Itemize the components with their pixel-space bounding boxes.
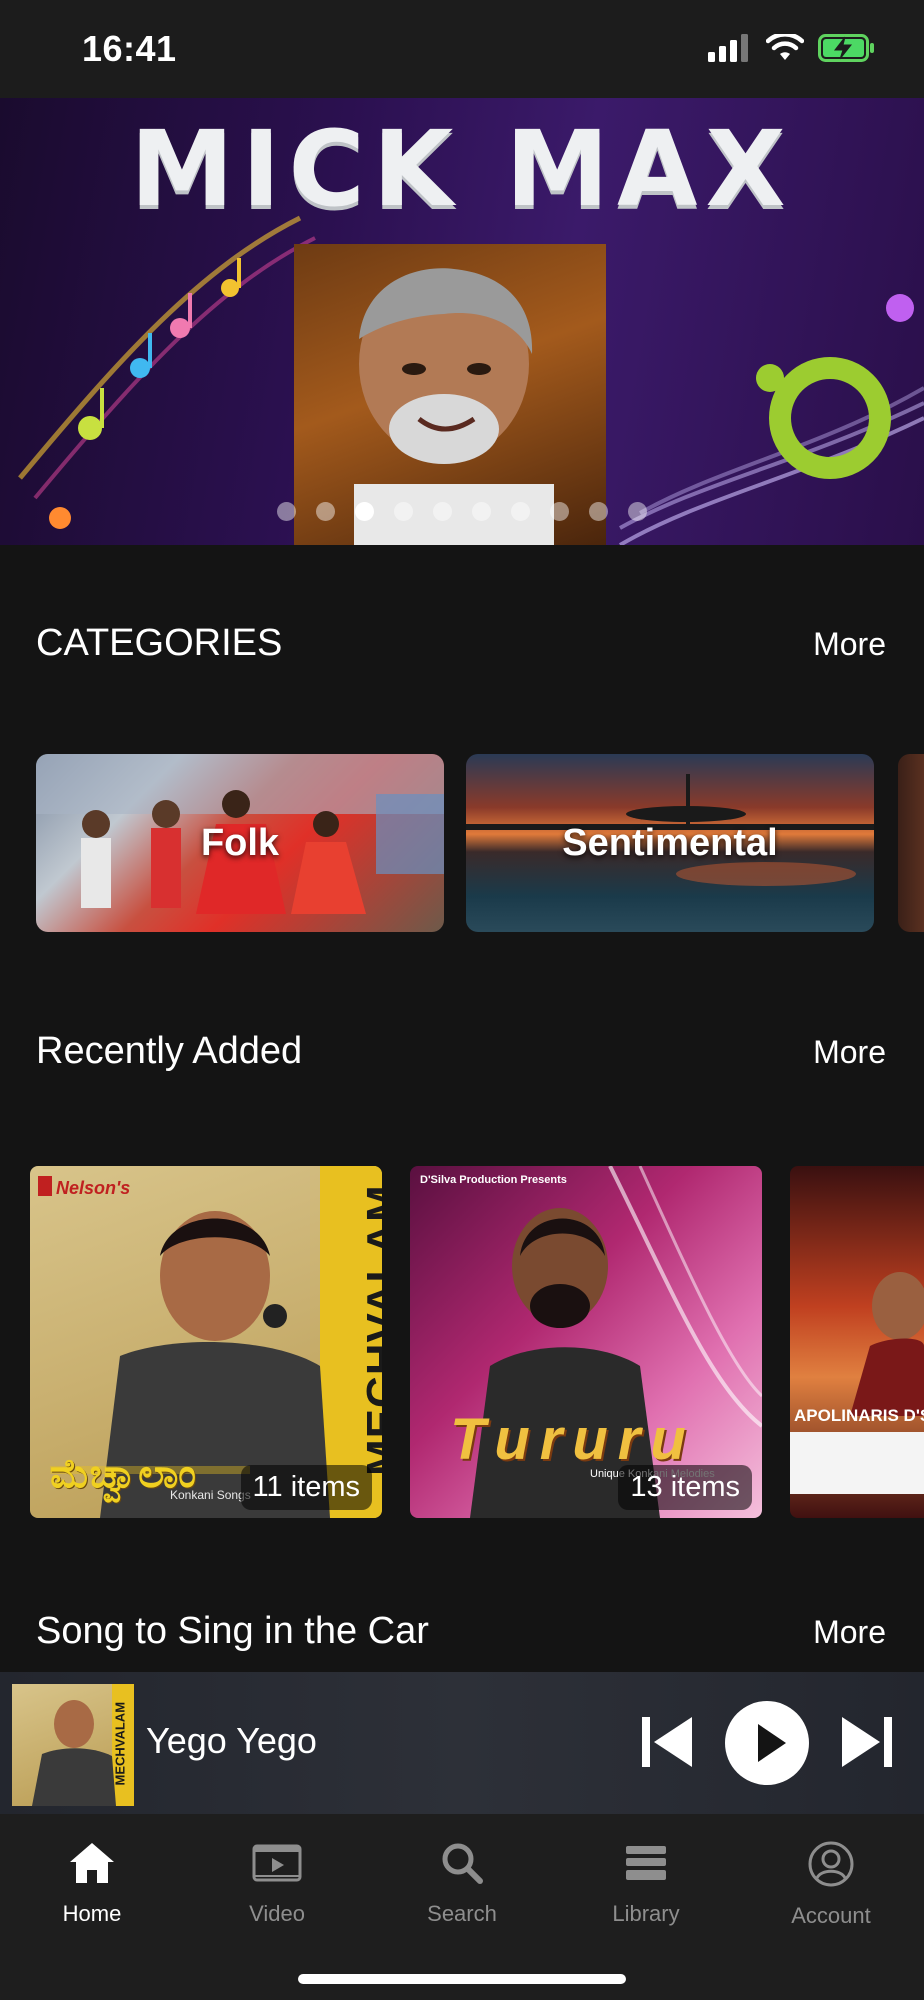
album-cover-title: MECHVALAM xyxy=(358,1184,382,1476)
album-card-mechvalam[interactable]: Nelson's MECHVALAM ಮೆಚ್ವಾಲಾಂ Konkani Son… xyxy=(30,1166,382,1518)
album-cover-title: Tururu xyxy=(450,1407,696,1472)
account-icon xyxy=(808,1841,854,1887)
carousel-dot[interactable] xyxy=(394,502,413,521)
status-bar: 16:41 xyxy=(0,0,924,98)
tab-label-library: Library xyxy=(612,1901,680,1926)
category-card-sentimental[interactable]: Sentimental xyxy=(466,754,874,932)
next-track-icon[interactable] xyxy=(838,1702,896,1782)
carousel-dot[interactable] xyxy=(550,502,569,521)
battery-charging-icon xyxy=(818,34,874,62)
tab-video[interactable]: Video xyxy=(197,1840,357,1927)
artist-portrait-illustration xyxy=(354,268,554,545)
song-in-car-more-link[interactable]: More xyxy=(813,1614,886,1651)
recently-added-title: Recently Added xyxy=(36,1030,303,1072)
banner-title: MICK MAX xyxy=(130,108,794,230)
tab-label-account: Account xyxy=(791,1903,871,1928)
carousel-indicators[interactable] xyxy=(0,502,924,521)
album-item-count: 11 items xyxy=(240,1465,372,1510)
featured-banner[interactable]: MICK MAX xyxy=(0,98,924,545)
recently-added-more-link[interactable]: More xyxy=(813,1034,886,1071)
home-indicator[interactable] xyxy=(298,1974,626,1984)
categories-more-link[interactable]: More xyxy=(813,626,886,663)
status-icons xyxy=(708,34,876,62)
carousel-dot[interactable] xyxy=(589,502,608,521)
album-cover-brand: D'Silva Production Presents xyxy=(420,1174,567,1186)
album-cover-title: APOLINARIS D'S xyxy=(794,1406,924,1425)
search-icon xyxy=(442,1843,483,1884)
album-item-count: 13 items xyxy=(618,1465,752,1510)
category-card-folk[interactable]: Folk xyxy=(36,754,444,932)
now-playing-title: Yego Yego xyxy=(146,1720,317,1761)
carousel-dot[interactable] xyxy=(628,502,647,521)
mini-player-artwork[interactable]: MECHVALAM xyxy=(12,1684,134,1806)
library-icon xyxy=(626,1846,666,1880)
album-card-tururu[interactable]: D'Silva Production Presents Tururu Uniqu… xyxy=(410,1166,762,1518)
category-label-sentimental: Sentimental xyxy=(562,821,778,864)
carousel-dot[interactable] xyxy=(511,502,530,521)
mini-player[interactable]: MECHVALAM Yego Yego xyxy=(0,1672,924,1814)
category-label-folk: Folk xyxy=(200,821,280,864)
tab-label-home: Home xyxy=(62,1901,122,1926)
carousel-dot[interactable] xyxy=(433,502,452,521)
carousel-dot[interactable] xyxy=(355,502,374,521)
tab-label-video: Video xyxy=(249,1901,305,1926)
album-cover-script-band xyxy=(790,1432,924,1494)
tab-library[interactable]: Library xyxy=(566,1840,726,1927)
carousel-dot[interactable] xyxy=(316,502,335,521)
previous-track-icon[interactable] xyxy=(638,1702,696,1782)
tab-account[interactable]: Account xyxy=(751,1840,911,1929)
carousel-dot[interactable] xyxy=(277,502,296,521)
tab-home[interactable]: Home xyxy=(12,1840,172,1927)
video-icon xyxy=(252,1844,302,1882)
wifi-icon xyxy=(766,34,804,60)
categories-title: CATEGORIES xyxy=(36,622,283,664)
album-cover-subtitle: Konkani Songs xyxy=(170,1488,251,1502)
artist-photo xyxy=(294,244,606,545)
tab-bar: Home Video Search Library Account xyxy=(0,1814,924,2000)
tab-label-search: Search xyxy=(427,1901,497,1926)
mini-artwork-text: MECHVALAM xyxy=(112,1701,128,1786)
song-in-car-title: Song to Sing in the Car xyxy=(36,1610,429,1652)
status-time: 16:41 xyxy=(82,28,177,69)
home-icon xyxy=(70,1843,114,1883)
play-button-icon[interactable] xyxy=(724,1700,810,1786)
tab-search[interactable]: Search xyxy=(382,1840,542,1927)
cellular-signal-icon xyxy=(708,34,748,62)
album-cover-brand: Nelson's xyxy=(56,1178,131,1198)
album-card-apolinaris[interactable]: APOLINARIS D'S xyxy=(790,1166,924,1518)
carousel-dot[interactable] xyxy=(472,502,491,521)
category-card-partial[interactable] xyxy=(898,754,924,932)
